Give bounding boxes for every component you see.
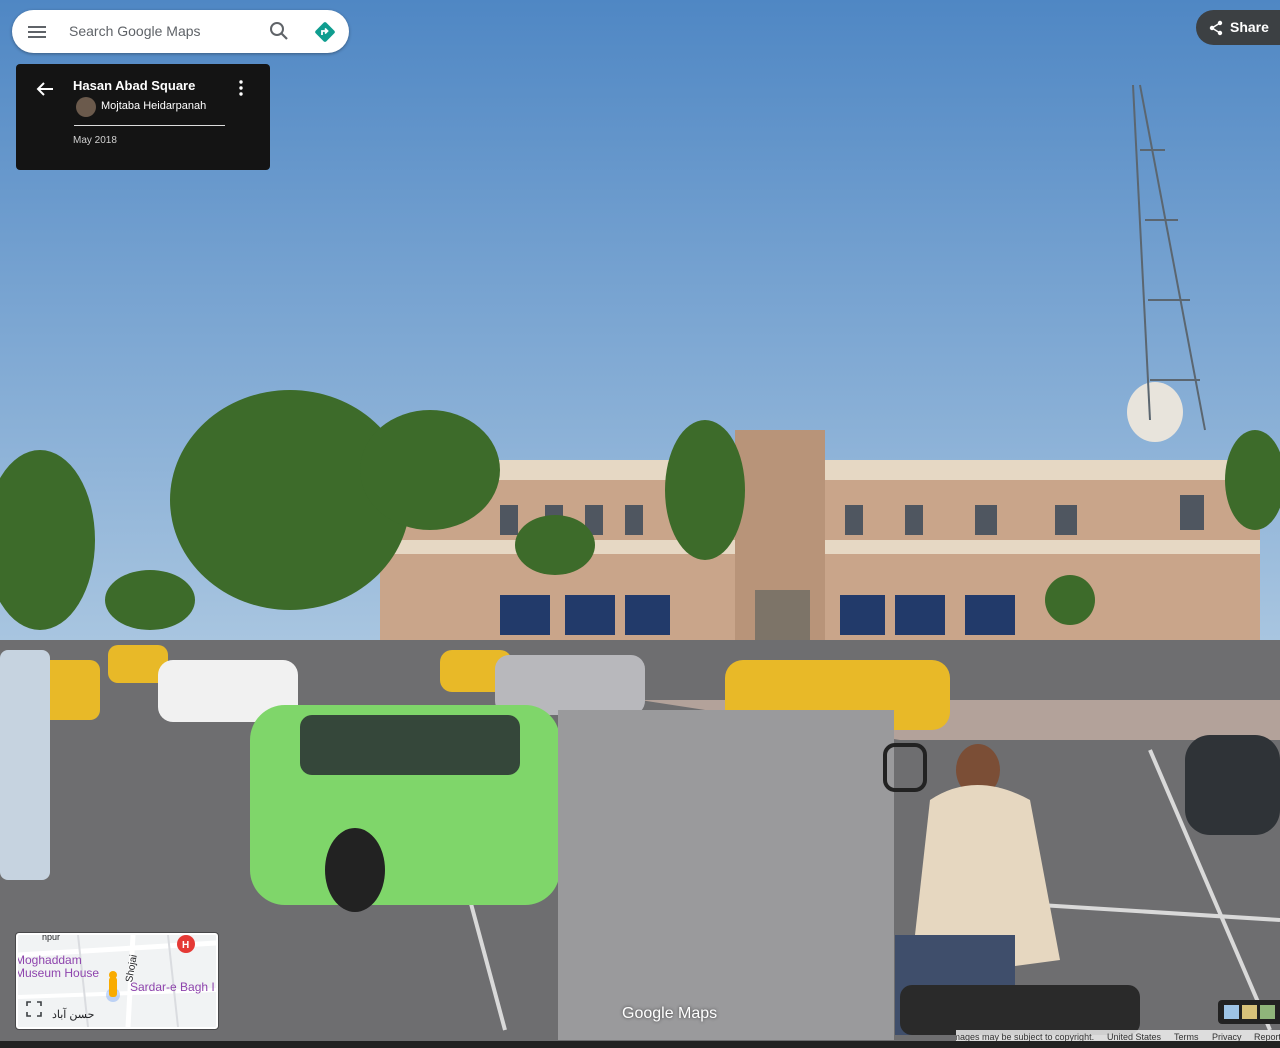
capture-date[interactable]: May 2018 (73, 135, 117, 146)
divider (74, 125, 225, 126)
share-label: Share (1230, 19, 1269, 35)
minimap-farsi-label: حسن آباد (52, 1009, 95, 1021)
share-button[interactable]: Share (1196, 10, 1280, 45)
thumbnail-1[interactable] (1224, 1005, 1239, 1019)
hamburger-menu-icon[interactable] (26, 21, 48, 43)
share-icon (1209, 20, 1223, 36)
google-maps-logo: Google Maps (622, 1005, 718, 1022)
location-info-card: Hasan Abad Square Mojtaba Heidarpanah Ma… (16, 64, 270, 170)
svg-text:H: H (182, 940, 189, 951)
taskbar (0, 1041, 1280, 1048)
expand-icon[interactable] (26, 1001, 42, 1017)
blurred-region (558, 710, 894, 1040)
imagery-thumbnails[interactable] (1218, 1000, 1280, 1024)
more-options-icon[interactable] (234, 78, 248, 98)
search-bar[interactable]: Search Google Maps (12, 10, 349, 53)
search-icon[interactable] (268, 20, 290, 42)
minimap-poi-line2[interactable]: Museum House (18, 966, 99, 980)
minimap-street-top: npur (42, 933, 61, 942)
thumbnail-3[interactable] (1260, 1005, 1275, 1019)
avatar[interactable] (76, 97, 96, 117)
search-input[interactable]: Search Google Maps (69, 23, 201, 39)
location-title[interactable]: Hasan Abad Square (73, 78, 195, 93)
thumbnail-2[interactable] (1242, 1005, 1257, 1019)
back-arrow-icon[interactable] (34, 78, 56, 100)
minimap-poi-line1[interactable]: Moghaddam (18, 953, 82, 967)
photographer-name[interactable]: Mojtaba Heidarpanah (101, 100, 206, 112)
minimap[interactable]: H npur Moghaddam Museum House Shojai Sar… (16, 933, 218, 1029)
minimap-poi-sardar[interactable]: Sardar-e Bagh I (130, 980, 215, 994)
directions-icon[interactable] (313, 20, 337, 44)
